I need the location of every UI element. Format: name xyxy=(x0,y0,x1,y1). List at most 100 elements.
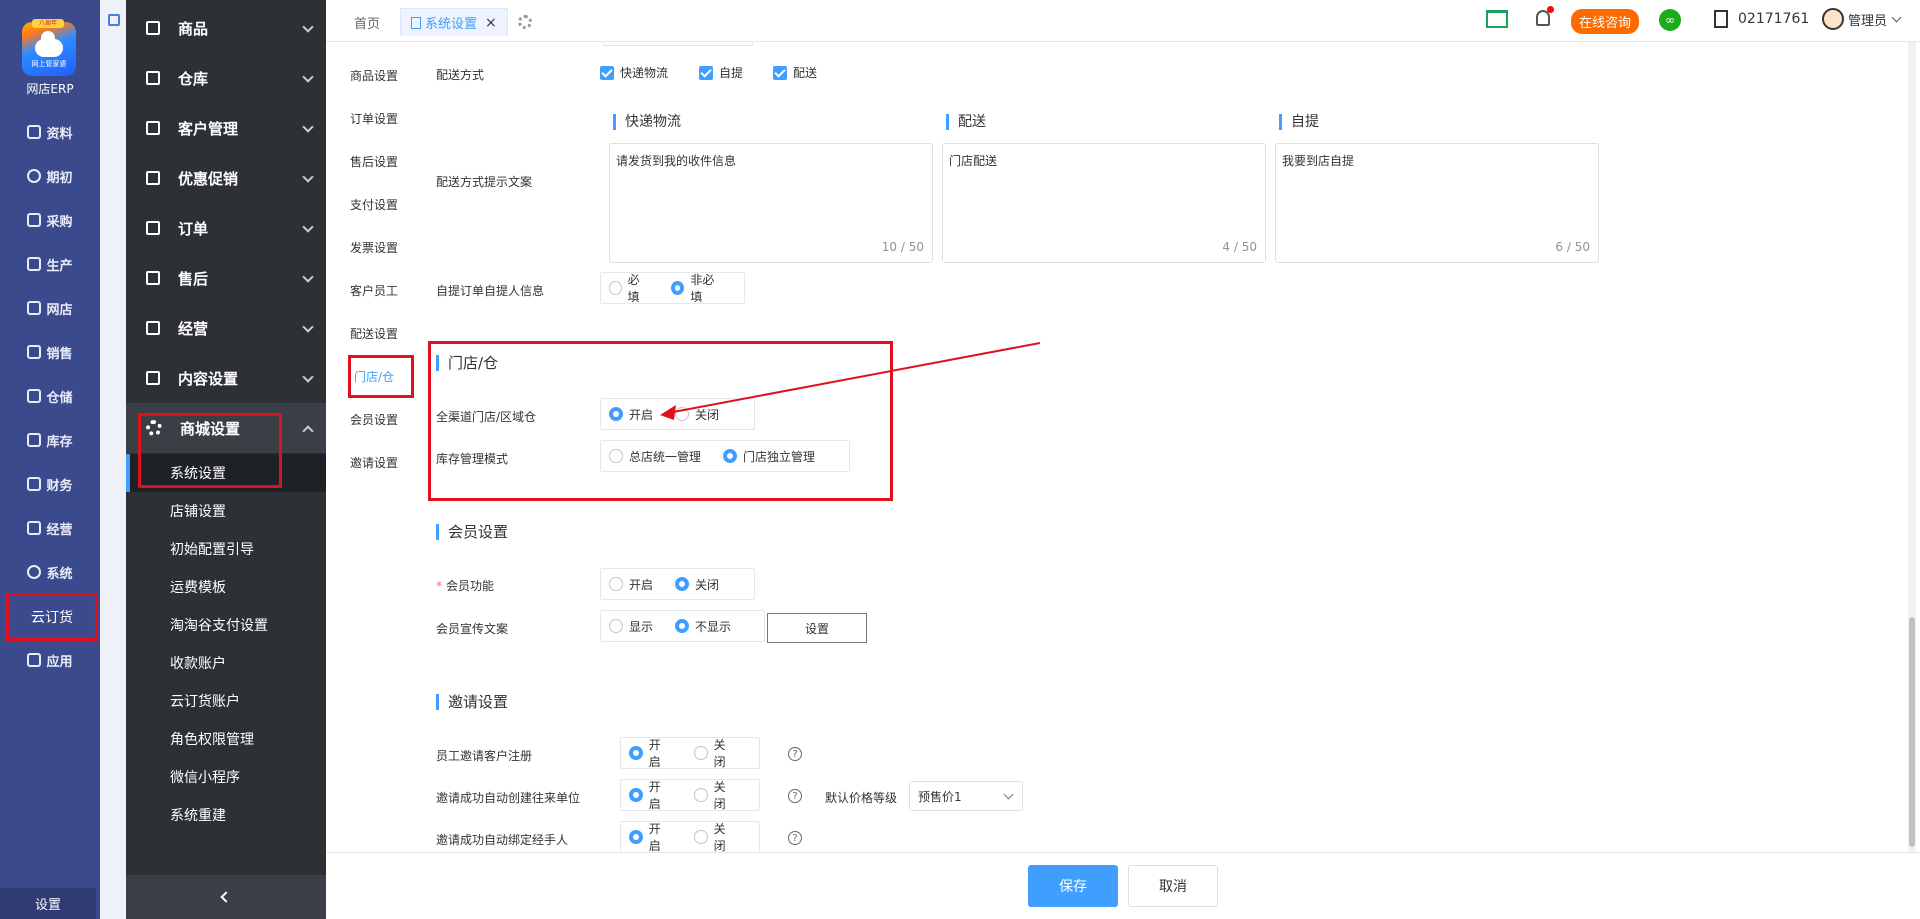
top-bar: 首页 系统设置 × 在线咨询 ∞ 02171761 管理员 xyxy=(326,0,1920,42)
building-icon xyxy=(1714,10,1728,28)
sub-item-system-rebuild[interactable]: 系统重建 xyxy=(126,796,326,834)
menu-content-settings[interactable]: 内容设置 xyxy=(126,353,326,403)
menu-customers[interactable]: 客户管理 xyxy=(126,103,326,153)
menu-aftersale[interactable]: 售后 xyxy=(126,253,326,303)
menu-mall-settings[interactable]: 商城设置 xyxy=(126,403,326,453)
subnav-goods[interactable]: 商品设置 xyxy=(326,67,422,84)
gear-icon xyxy=(146,420,162,436)
textarea-delivery-tip[interactable]: 门店配送 4 / 50 xyxy=(942,143,1266,263)
subnav-payment[interactable]: 支付设置 xyxy=(326,196,422,213)
rail-settings-button[interactable]: 设置 xyxy=(0,888,96,919)
sub-item-mini-program[interactable]: 微信小程序 xyxy=(126,758,326,796)
radio-invite-register-off[interactable]: 关闭 xyxy=(694,736,737,770)
chevron-down-icon xyxy=(302,171,314,183)
plus-square-icon xyxy=(27,653,42,667)
radio-omni-on[interactable]: 开启 xyxy=(609,406,653,423)
subnav-aftersale[interactable]: 售后设置 xyxy=(326,153,422,170)
wechat-link-button[interactable]: ∞ xyxy=(1659,9,1681,31)
tab-home[interactable]: 首页 xyxy=(354,8,380,36)
rail-item-operation[interactable]: 经营 xyxy=(0,513,100,543)
radio-invite-register-on[interactable]: 开启 xyxy=(629,736,672,770)
textarea-express-tip[interactable]: 请发货到我的收件信息 10 / 50 xyxy=(609,143,933,263)
help-icon[interactable]: ? xyxy=(788,831,802,845)
sub-item-receiving-account[interactable]: 收款账户 xyxy=(126,644,326,682)
subnav-orders[interactable]: 订单设置 xyxy=(326,110,422,127)
clock-icon xyxy=(27,169,42,183)
rail-item-shop[interactable]: 网店 xyxy=(0,293,100,323)
radio-required[interactable]: 必填 xyxy=(609,271,649,305)
radio-member-off[interactable]: 关闭 xyxy=(675,576,719,593)
tab-settings-gear-icon[interactable] xyxy=(518,15,532,29)
checkbox-delivery[interactable]: 配送 xyxy=(773,64,817,81)
close-icon[interactable]: × xyxy=(485,15,497,31)
member-promo-set-button[interactable]: 设置 xyxy=(767,613,867,643)
rail-item-purchase[interactable]: 采购 xyxy=(0,205,100,235)
rail-item-storage[interactable]: 仓储 xyxy=(0,381,100,411)
sub-item-role-permissions[interactable]: 角色权限管理 xyxy=(126,720,326,758)
rail-item-sales[interactable]: 销售 xyxy=(0,337,100,367)
rail-item-profile[interactable]: 资料 xyxy=(0,117,100,147)
radio-optional[interactable]: 非必填 xyxy=(671,271,722,305)
sub-item-yun-account[interactable]: 云订货账户 xyxy=(126,682,326,720)
sub-item-payment-settings[interactable]: 淘淘谷支付设置 xyxy=(126,606,326,644)
content-scrollbar[interactable] xyxy=(1908,42,1916,852)
company-info[interactable]: 02171761 xyxy=(1714,10,1809,28)
rail-item-apps[interactable]: 应用 xyxy=(0,645,100,675)
help-icon[interactable]: ? xyxy=(788,789,802,803)
rail-item-yun-order[interactable]: 云订货 xyxy=(6,593,98,641)
subnav-invite[interactable]: 邀请设置 xyxy=(326,454,422,471)
subnav-customer-staff[interactable]: 客户员工 xyxy=(326,282,422,299)
radio-promo-hide[interactable]: 不显示 xyxy=(675,618,731,635)
notification-button[interactable] xyxy=(1536,6,1554,26)
sub-item-system-settings[interactable]: 系统设置 xyxy=(126,454,326,492)
menu-orders[interactable]: 订单 xyxy=(126,203,326,253)
radio-invite-handler-off[interactable]: 关闭 xyxy=(694,820,737,852)
radio-omni-off[interactable]: 关闭 xyxy=(675,406,719,423)
radio-invite-handler-on[interactable]: 开启 xyxy=(629,820,672,852)
sub-item-shipping-template[interactable]: 运费模板 xyxy=(126,568,326,606)
rail-item-opening[interactable]: 期初 xyxy=(0,161,100,191)
warehouse-icon xyxy=(146,71,160,85)
home-icon[interactable] xyxy=(108,14,120,26)
sub-item-store-settings[interactable]: 店铺设置 xyxy=(126,492,326,530)
radio-stock-unified[interactable]: 总店统一管理 xyxy=(609,448,701,465)
rail-item-finance[interactable]: 财务 xyxy=(0,469,100,499)
subnav-delivery[interactable]: 配送设置 xyxy=(326,325,422,342)
default-price-select[interactable]: 预售价1 xyxy=(909,781,1023,811)
menu-operation[interactable]: 经营 xyxy=(126,303,326,353)
menu-promotions[interactable]: 优惠促销 xyxy=(126,153,326,203)
rail-edge xyxy=(100,0,126,919)
checkbox-pickup[interactable]: 自提 xyxy=(699,64,743,81)
subnav-invoice[interactable]: 发票设置 xyxy=(326,239,422,256)
module-sidebar: 商品 仓库 客户管理 优惠促销 订单 售后 经营 内容设置 商城设置 系统设置 … xyxy=(126,0,326,919)
tab-system-settings[interactable]: 系统设置 × xyxy=(400,8,508,36)
menu-warehouse[interactable]: 仓库 xyxy=(126,53,326,103)
scrollbar-thumb[interactable] xyxy=(1909,617,1915,847)
online-consult-button[interactable]: 在线咨询 xyxy=(1571,9,1640,34)
rail-item-inventory[interactable]: 库存 xyxy=(0,425,100,455)
user-menu[interactable]: 管理员 xyxy=(1822,8,1902,30)
rail-item-production[interactable]: 生产 xyxy=(0,249,100,279)
annotation-box-store-nav xyxy=(348,355,414,398)
radio-promo-show[interactable]: 显示 xyxy=(609,618,653,635)
textarea-pickup-tip[interactable]: 我要到店自提 6 / 50 xyxy=(1275,143,1599,263)
sub-item-init-guide[interactable]: 初始配置引导 xyxy=(126,530,326,568)
pickup-info-label: 自提订单自提人信息 xyxy=(436,284,545,298)
subnav-member[interactable]: 会员设置 xyxy=(326,411,422,428)
char-counter: 6 / 50 xyxy=(1555,240,1590,254)
bell-icon xyxy=(1536,6,1554,26)
radio-invite-unit-off[interactable]: 关闭 xyxy=(694,778,737,812)
radio-invite-unit-on[interactable]: 开启 xyxy=(629,778,672,812)
collapse-sidebar-button[interactable] xyxy=(126,875,326,919)
guide-book-button[interactable] xyxy=(1486,10,1508,28)
save-button[interactable]: 保存 xyxy=(1028,865,1118,907)
menu-goods[interactable]: 商品 xyxy=(126,3,326,53)
rail-item-system[interactable]: 系统 xyxy=(0,557,100,587)
operation-icon xyxy=(146,321,160,335)
app-logo[interactable]: 八周年 网上管家婆 xyxy=(22,19,76,76)
radio-member-on[interactable]: 开启 xyxy=(609,576,653,593)
checkbox-express[interactable]: 快递物流 xyxy=(600,64,668,81)
cancel-button[interactable]: 取消 xyxy=(1128,865,1218,907)
help-icon[interactable]: ? xyxy=(788,747,802,761)
radio-stock-independent[interactable]: 门店独立管理 xyxy=(723,448,815,465)
